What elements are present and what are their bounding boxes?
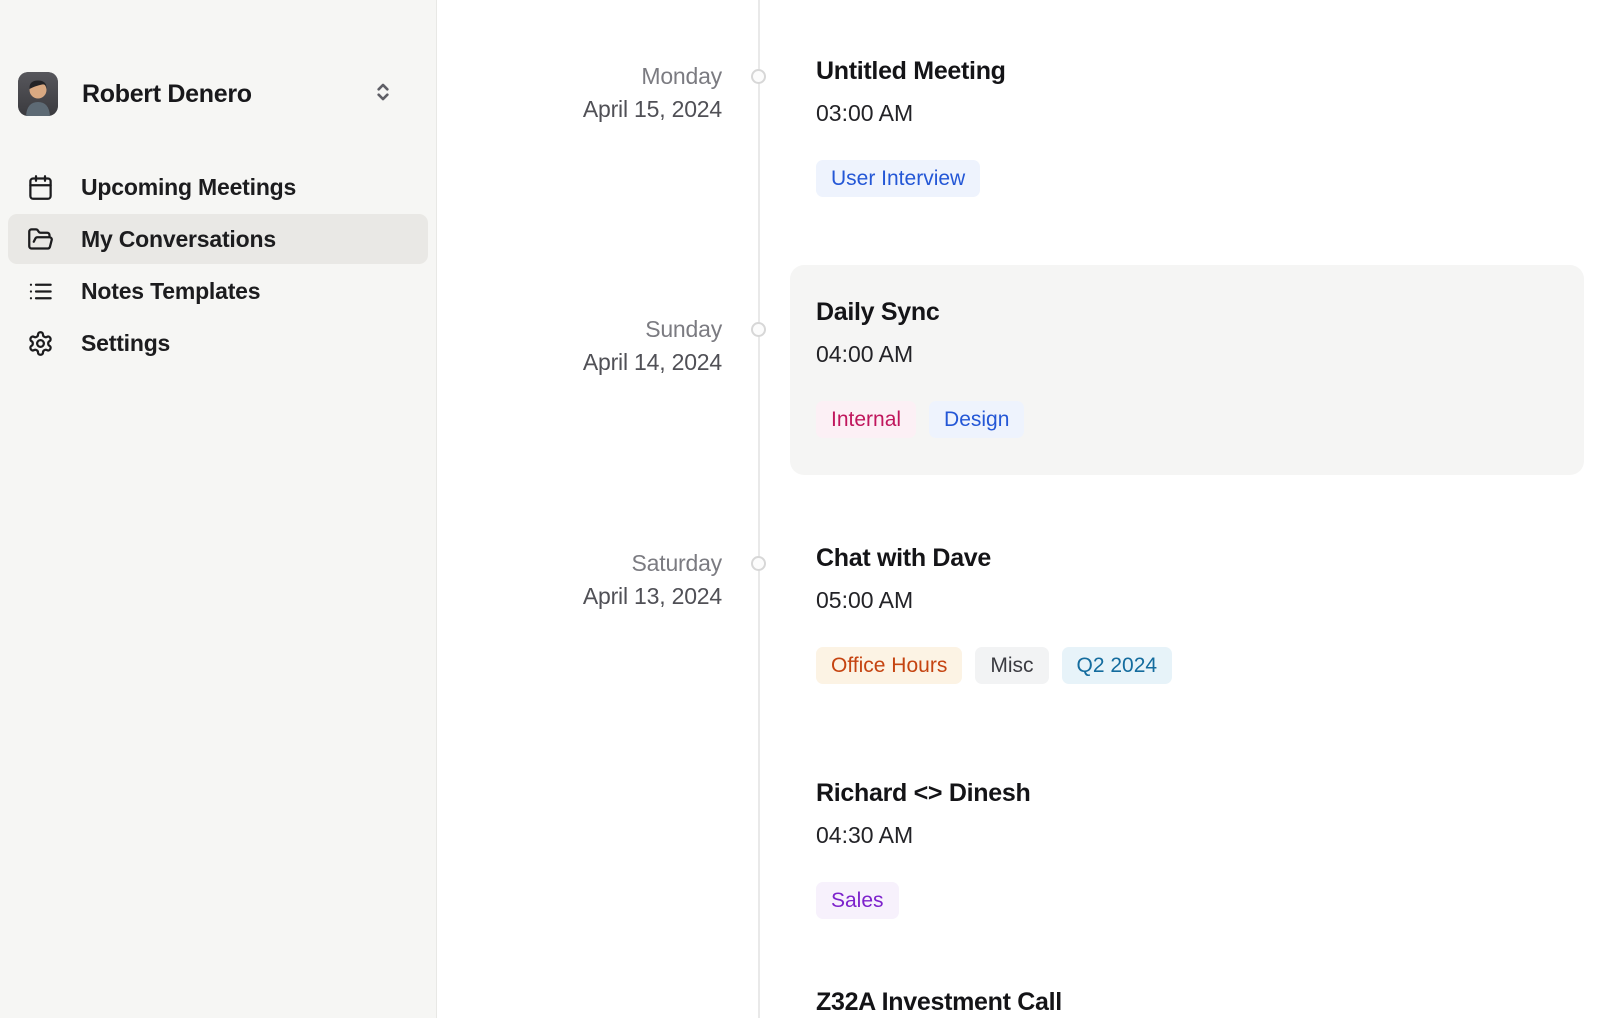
timeline-date-group: Monday April 15, 2024 Untitled Meeting 0… (437, 56, 1600, 197)
meeting-time: 04:30 AM (816, 821, 1558, 849)
meeting-title: Chat with Dave (816, 543, 1558, 573)
date-label: Monday April 15, 2024 (437, 56, 722, 197)
sidebar-item-settings[interactable]: Settings (8, 318, 428, 368)
avatar (18, 72, 58, 116)
meeting-card[interactable]: Z32A Investment Call (790, 987, 1584, 1017)
timeline-dot-icon (751, 322, 766, 337)
sidebar-item-label: My Conversations (81, 226, 276, 253)
profile-name: Robert Denero (82, 80, 370, 109)
entries-column: Untitled Meeting 03:00 AM User Interview (790, 56, 1584, 197)
meeting-tags: Office Hours Misc Q2 2024 (816, 647, 1558, 684)
sidebar-item-notes-templates[interactable]: Notes Templates (8, 266, 428, 316)
entries-column: Daily Sync 04:00 AM Internal Design (790, 265, 1584, 475)
timeline-dot-icon (751, 69, 766, 84)
meeting-tag[interactable]: Sales (816, 882, 899, 919)
sidebar: Robert Denero Upcoming Meetings My Conve… (0, 0, 437, 1018)
date-label: Saturday April 13, 2024 (437, 543, 722, 919)
sidebar-menu: Upcoming Meetings My Conversations Notes… (0, 162, 436, 368)
meeting-card[interactable]: Daily Sync 04:00 AM Internal Design (790, 265, 1584, 475)
timeline-groups: Monday April 15, 2024 Untitled Meeting 0… (437, 0, 1600, 1017)
entries-column: Z32A Investment Call (790, 987, 1584, 1017)
meeting-time: 03:00 AM (816, 99, 1558, 127)
meeting-tags: Sales (816, 882, 1558, 919)
date-label (437, 987, 722, 1017)
date-day-name: Saturday (437, 547, 722, 580)
meeting-card[interactable]: Richard <> Dinesh 04:30 AM Sales (790, 778, 1584, 919)
meeting-title: Untitled Meeting (816, 56, 1558, 86)
meeting-card[interactable]: Chat with Dave 05:00 AM Office Hours Misc… (790, 543, 1584, 684)
chevrons-up-down-icon[interactable] (370, 79, 396, 109)
conversations-timeline: Monday April 15, 2024 Untitled Meeting 0… (437, 0, 1600, 1018)
date-day-name: Monday (437, 60, 722, 93)
meeting-time: 05:00 AM (816, 586, 1558, 614)
meeting-time: 04:00 AM (816, 340, 1558, 368)
meeting-title: Richard <> Dinesh (816, 778, 1558, 808)
sidebar-item-my-conversations[interactable]: My Conversations (8, 214, 428, 264)
folder-icon (27, 226, 54, 253)
meeting-tags: User Interview (816, 160, 1558, 197)
meeting-tag[interactable]: User Interview (816, 160, 980, 197)
date-day-name: Sunday (437, 313, 722, 346)
entries-column: Chat with Dave 05:00 AM Office Hours Misc… (790, 543, 1584, 919)
meeting-tag[interactable]: Internal (816, 401, 916, 438)
timeline-date-group: Z32A Investment Call (437, 987, 1600, 1017)
sidebar-item-label: Upcoming Meetings (81, 174, 296, 201)
meeting-tag[interactable]: Office Hours (816, 647, 962, 684)
meeting-tag[interactable]: Misc (975, 647, 1048, 684)
sidebar-item-label: Notes Templates (81, 278, 260, 305)
list-icon (27, 278, 54, 305)
meeting-tag[interactable]: Q2 2024 (1062, 647, 1173, 684)
meeting-tag[interactable]: Design (929, 401, 1024, 438)
meeting-title: Daily Sync (816, 297, 1558, 327)
timeline-dot-icon (751, 556, 766, 571)
date-full: April 13, 2024 (437, 580, 722, 613)
sidebar-item-upcoming-meetings[interactable]: Upcoming Meetings (8, 162, 428, 212)
timeline-date-group: Saturday April 13, 2024 Chat with Dave 0… (437, 543, 1600, 919)
date-full: April 14, 2024 (437, 346, 722, 379)
gear-icon (27, 330, 54, 357)
timeline-date-group: Sunday April 14, 2024 Daily Sync 04:00 A… (437, 265, 1600, 475)
meeting-tags: Internal Design (816, 401, 1558, 438)
date-full: April 15, 2024 (437, 93, 722, 126)
meeting-card[interactable]: Untitled Meeting 03:00 AM User Interview (790, 56, 1584, 197)
sidebar-item-label: Settings (81, 330, 170, 357)
meeting-title: Z32A Investment Call (816, 987, 1558, 1017)
calendar-icon (27, 174, 54, 201)
date-label: Sunday April 14, 2024 (437, 265, 722, 475)
account-switcher[interactable]: Robert Denero (18, 70, 418, 118)
